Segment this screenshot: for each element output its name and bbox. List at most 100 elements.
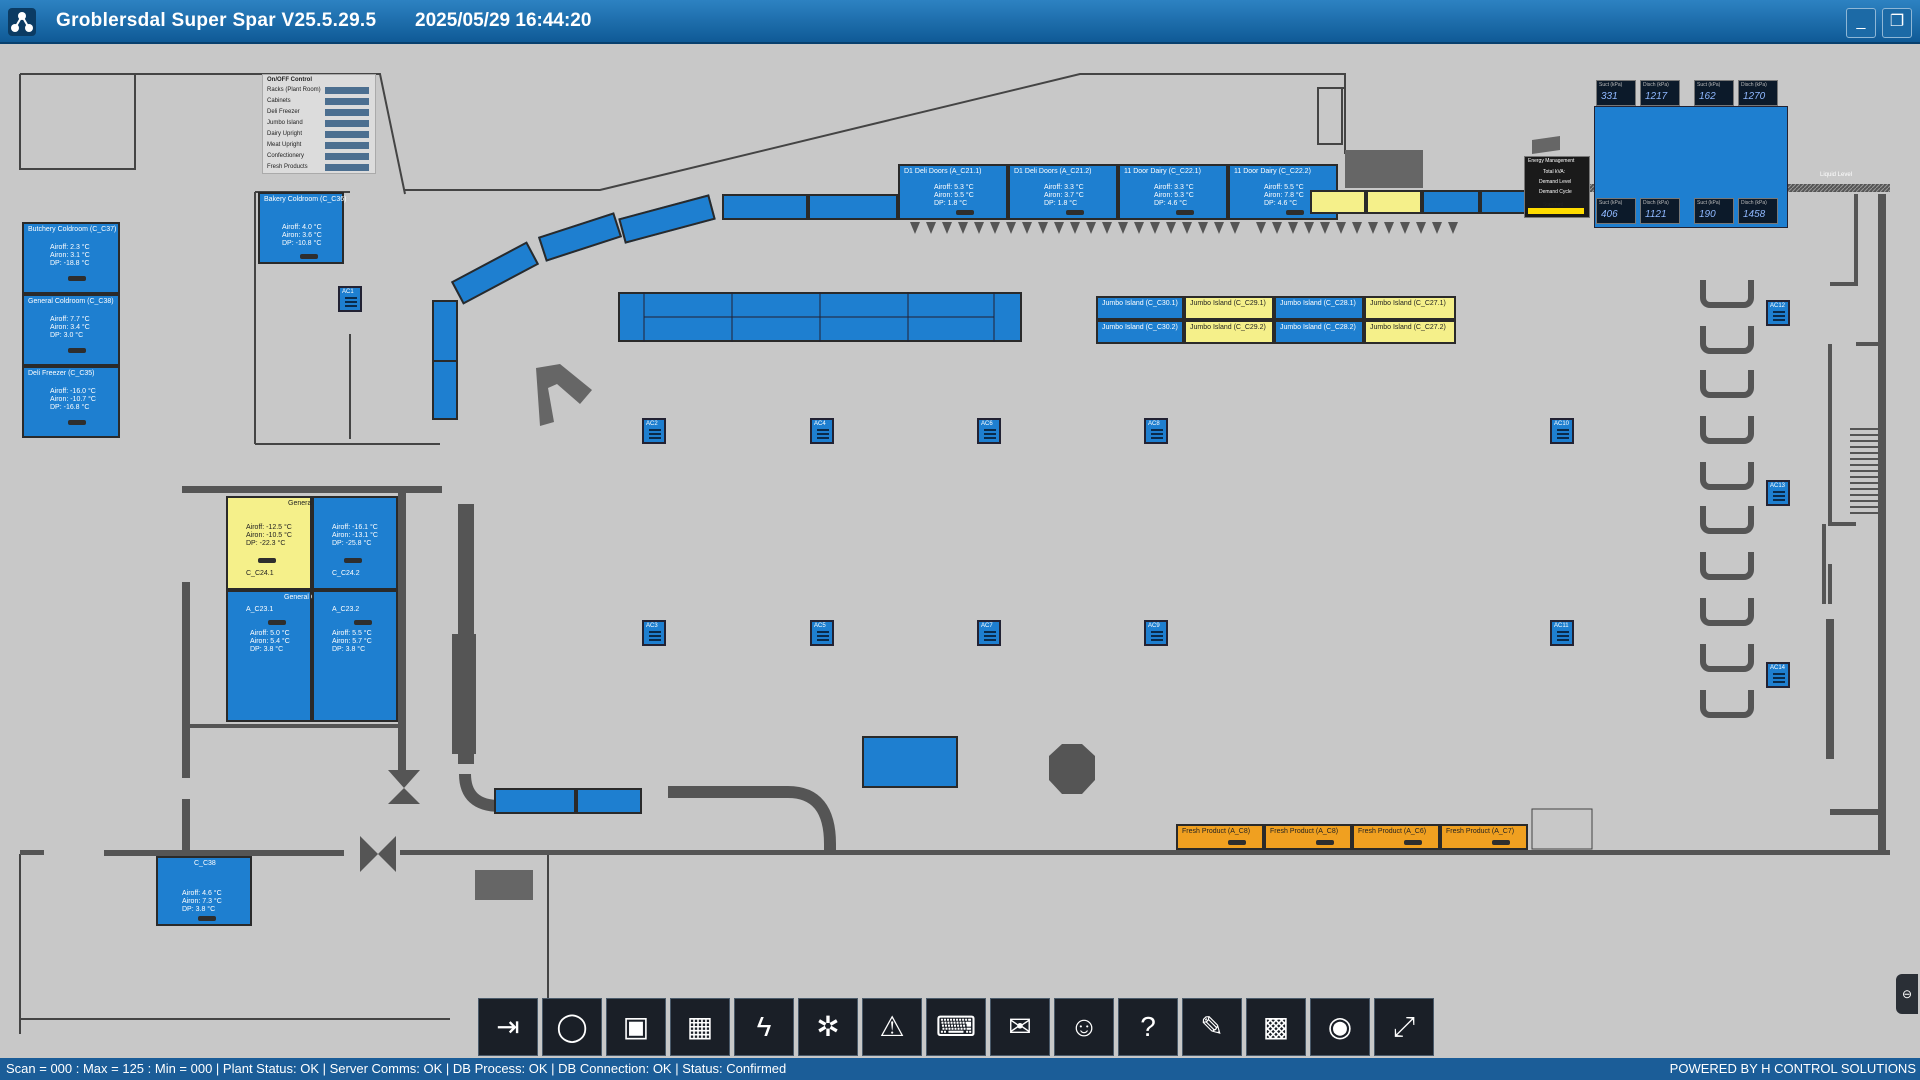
island-case[interactable] bbox=[862, 736, 958, 788]
logout-button[interactable]: ⇥ bbox=[478, 998, 538, 1056]
mail-button[interactable]: ✉ bbox=[990, 998, 1050, 1056]
case-toggle[interactable] bbox=[258, 558, 276, 563]
aircon-unit[interactable]: AC2 bbox=[642, 418, 666, 444]
case-toggle[interactable] bbox=[354, 620, 372, 625]
case-toggle[interactable] bbox=[68, 276, 86, 281]
case-toggle[interactable] bbox=[68, 348, 86, 353]
jumbo-island-case[interactable]: Jumbo Island (C_C28.1) bbox=[1274, 296, 1364, 320]
fresh-product-case[interactable]: Fresh Product (A_C7) bbox=[1440, 824, 1528, 850]
dairy-door-case[interactable]: 11 Door Dairy (C_C22.1) Airoff: 3.3 °C A… bbox=[1118, 164, 1228, 220]
onoff-row[interactable]: Cabinets bbox=[267, 98, 369, 105]
jumbo-island-case[interactable]: Jumbo Island (C_C30.2) bbox=[1096, 320, 1184, 344]
wall-case[interactable] bbox=[1422, 190, 1480, 214]
toggle-switch[interactable] bbox=[325, 153, 369, 160]
maximize-button[interactable]: ⤢ bbox=[1374, 998, 1434, 1056]
case-toggle[interactable] bbox=[198, 916, 216, 921]
general-coldroom2-right-case[interactable]: A_C23.2 Airoff: 5.5 °C Airon: 5.7 °C DP:… bbox=[312, 590, 398, 722]
case-toggle[interactable] bbox=[68, 420, 86, 425]
user-settings-button[interactable]: ☺ bbox=[1054, 998, 1114, 1056]
toggle-switch[interactable] bbox=[325, 87, 369, 94]
energy-management-panel[interactable]: Energy Management Total kVA: Demand Leve… bbox=[1524, 156, 1590, 218]
wall-case[interactable] bbox=[1366, 190, 1422, 214]
aircon-unit[interactable]: AC11 bbox=[1550, 620, 1574, 646]
aircon-unit[interactable]: AC9 bbox=[1144, 620, 1168, 646]
toggle-switch[interactable] bbox=[325, 131, 369, 138]
c-c38-case[interactable]: C_C38 Airoff: 4.6 °C Airon: 7.3 °C DP: 3… bbox=[156, 856, 252, 926]
case-toggle[interactable] bbox=[1404, 840, 1422, 845]
onoff-row[interactable]: Meat Upright bbox=[267, 142, 369, 149]
case-toggle[interactable] bbox=[1176, 210, 1194, 215]
onoff-row[interactable]: Racks (Plant Room) bbox=[267, 87, 369, 94]
jumbo-island-case[interactable]: Jumbo Island (C_C29.2) bbox=[1184, 320, 1274, 344]
qr-code-button[interactable]: ▩ bbox=[1246, 998, 1306, 1056]
case-toggle[interactable] bbox=[956, 210, 974, 215]
deli-door-case[interactable]: D1 Deli Doors (A_C21.2) Airoff: 3.3 °C A… bbox=[1008, 164, 1118, 220]
jumbo-island-case[interactable]: Jumbo Island (C_C28.2) bbox=[1274, 320, 1364, 344]
checkout-bench bbox=[1700, 416, 1754, 444]
general-coldroom2-left-case[interactable]: General Coldroom A_C23.1 Airoff: 5.0 °C … bbox=[226, 590, 341, 722]
aircon-unit[interactable]: AC12 bbox=[1766, 300, 1790, 326]
aircon-unit[interactable]: AC8 bbox=[1144, 418, 1168, 444]
case-toggle[interactable] bbox=[268, 620, 286, 625]
refresh-button[interactable]: ◯ bbox=[542, 998, 602, 1056]
case-toggle[interactable] bbox=[1492, 840, 1510, 845]
aircon-unit[interactable]: AC14 bbox=[1766, 662, 1790, 688]
butchery-coldroom-case[interactable]: Butchery Coldroom (C_C37) Airoff: 2.3 °C… bbox=[22, 222, 120, 294]
fresh-product-case[interactable]: Fresh Product (A_C8) bbox=[1264, 824, 1352, 850]
aircon-unit[interactable]: AC1 bbox=[338, 286, 362, 312]
deli-freezer-case[interactable]: Deli Freezer (C_C35) Airoff: -16.0 °C Ai… bbox=[22, 366, 120, 438]
toggle-switch[interactable] bbox=[325, 164, 369, 171]
wall-case[interactable] bbox=[576, 788, 642, 814]
jumbo-island-case[interactable]: Jumbo Island (C_C29.1) bbox=[1184, 296, 1274, 320]
wall-case[interactable] bbox=[432, 360, 458, 420]
general-freezer-right-case[interactable]: Airoff: -16.1 °C Airon: -13.1 °C DP: -25… bbox=[312, 496, 398, 590]
wall-case[interactable] bbox=[494, 788, 576, 814]
aircon-unit[interactable]: AC7 bbox=[977, 620, 1001, 646]
fresh-product-case[interactable]: Fresh Product (A_C6) bbox=[1352, 824, 1440, 850]
schedule-button[interactable]: ▦ bbox=[670, 998, 730, 1056]
aircon-unit[interactable]: AC4 bbox=[810, 418, 834, 444]
aircon-unit[interactable]: AC6 bbox=[977, 418, 1001, 444]
minimize-button[interactable]: _ bbox=[1846, 8, 1876, 38]
restore-button[interactable]: ❐ bbox=[1882, 8, 1912, 38]
jumbo-island-case[interactable]: Jumbo Island (C_C27.2) bbox=[1364, 320, 1456, 344]
keyboard-button[interactable]: ⌨ bbox=[926, 998, 986, 1056]
jumbo-island-case[interactable]: Jumbo Island (C_C27.1) bbox=[1364, 296, 1456, 320]
view-button[interactable]: ◉ bbox=[1310, 998, 1370, 1056]
toggle-switch[interactable] bbox=[325, 109, 369, 116]
jumbo-island-case[interactable]: Jumbo Island (C_C30.1) bbox=[1096, 296, 1184, 320]
wall-case[interactable] bbox=[808, 194, 898, 220]
case-toggle[interactable] bbox=[1066, 210, 1084, 215]
help-button[interactable]: ? bbox=[1118, 998, 1178, 1056]
power-button[interactable]: ϟ bbox=[734, 998, 794, 1056]
case-toggle[interactable] bbox=[300, 254, 318, 259]
toggle-switch[interactable] bbox=[325, 98, 369, 105]
wall-case[interactable] bbox=[1310, 190, 1366, 214]
side-panel-tab[interactable]: ⊖ bbox=[1896, 974, 1918, 1014]
onoff-row[interactable]: Fresh Products bbox=[267, 164, 369, 171]
alarms-button[interactable]: ⚠ bbox=[862, 998, 922, 1056]
case-toggle[interactable] bbox=[1316, 840, 1334, 845]
bakery-coldroom-case[interactable]: Bakery Coldroom (C_C36) Airoff: 4.0 °C A… bbox=[258, 192, 346, 264]
onoff-row[interactable]: Deli Freezer bbox=[267, 109, 369, 116]
general-freezer-left-case[interactable]: General Freezer Airoff: -12.5 °C Airon: … bbox=[226, 496, 339, 590]
wall-case[interactable] bbox=[722, 194, 808, 220]
aircon-unit[interactable]: AC5 bbox=[810, 620, 834, 646]
onoff-row[interactable]: Dairy Upright bbox=[267, 131, 369, 138]
defrost-button[interactable]: ✲ bbox=[798, 998, 858, 1056]
tools-button[interactable]: ✎ bbox=[1182, 998, 1242, 1056]
aircon-unit[interactable]: AC3 bbox=[642, 620, 666, 646]
onoff-row[interactable]: Jumbo Island bbox=[267, 120, 369, 127]
case-toggle[interactable] bbox=[1228, 840, 1246, 845]
aircon-unit[interactable]: AC13 bbox=[1766, 480, 1790, 506]
toggle-switch[interactable] bbox=[325, 120, 369, 127]
fresh-product-case[interactable]: Fresh Product (A_C8) bbox=[1176, 824, 1264, 850]
general-coldroom-case[interactable]: General Coldroom (C_C38) Airoff: 7.7 °C … bbox=[22, 294, 120, 366]
case-toggle[interactable] bbox=[1286, 210, 1304, 215]
onoff-row[interactable]: Confectionery bbox=[267, 153, 369, 160]
save-button[interactable]: ▣ bbox=[606, 998, 666, 1056]
case-toggle[interactable] bbox=[344, 558, 362, 563]
toggle-switch[interactable] bbox=[325, 142, 369, 149]
aircon-unit[interactable]: AC10 bbox=[1550, 418, 1574, 444]
deli-door-case[interactable]: D1 Deli Doors (A_C21.1) Airoff: 5.3 °C A… bbox=[898, 164, 1008, 220]
